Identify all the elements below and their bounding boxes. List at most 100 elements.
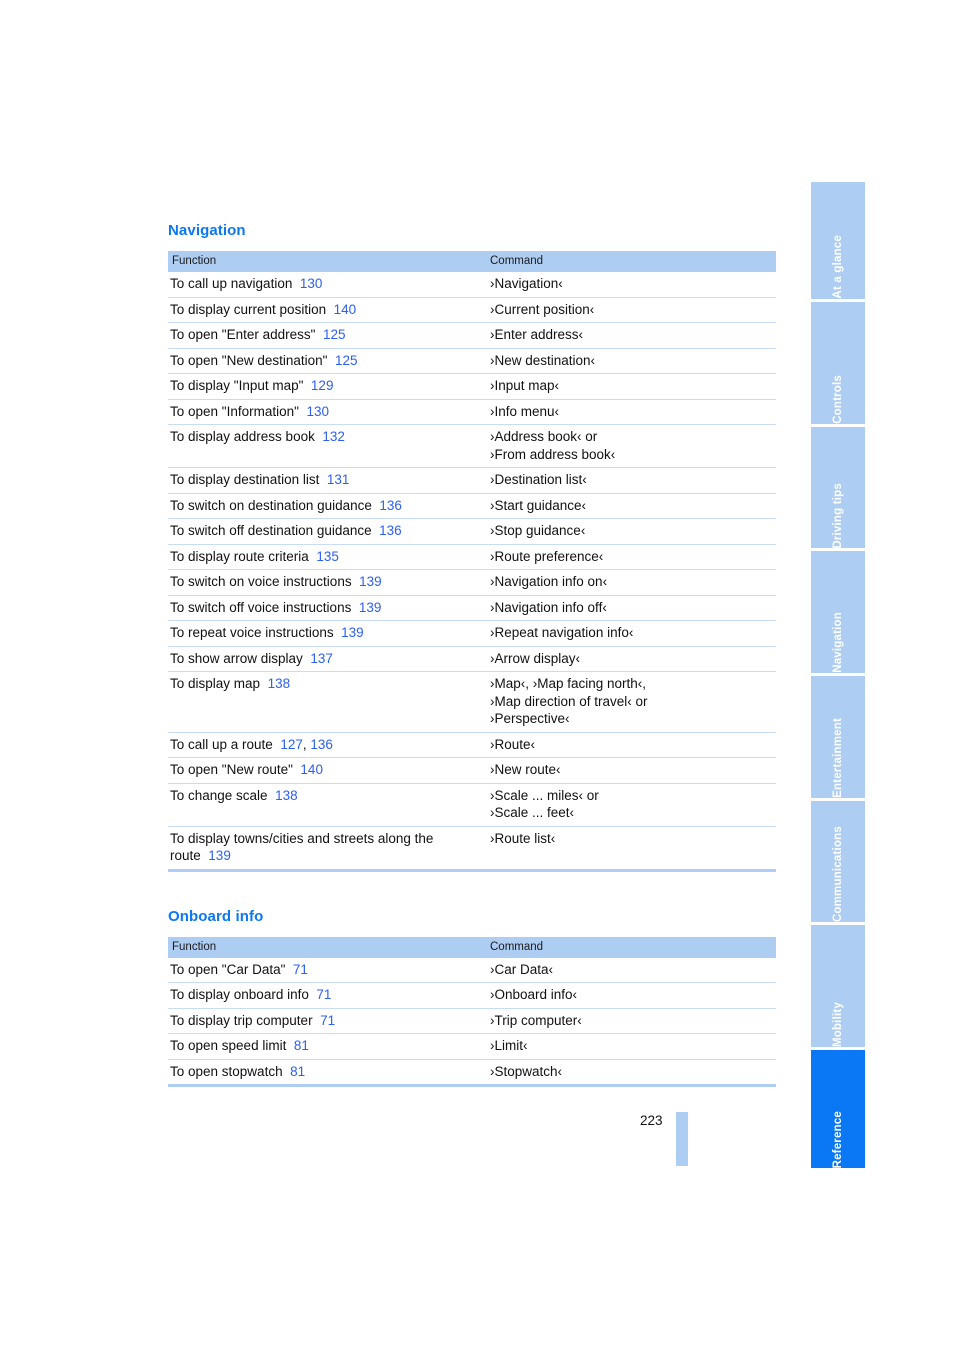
table-header-row: Function Command [168,936,776,958]
function-label: To open "Car Data" [170,961,286,977]
command-cell: ›Route preference‹ [480,544,776,570]
command-cell: ›Enter address‹ [480,322,776,349]
page-reference[interactable]: 140 [300,762,323,777]
tab-navigation[interactable]: Navigation [811,551,865,673]
function-cell: To switch on voice instructions 139 [168,569,480,596]
voice-command-text: ›Onboard info‹ [490,987,578,1002]
function-cell: To repeat voice instructions 139 [168,620,480,647]
page-reference[interactable]: 139 [341,625,364,640]
voice-command-text: ›Route preference‹ [490,548,604,564]
command-cell: ›Repeat navigation info‹ [480,620,776,647]
page-reference[interactable]: 138 [275,788,298,803]
page-reference[interactable]: 136 [379,498,402,513]
table-row: To open "Enter address" 125 ›Enter addres… [168,322,776,349]
table-row: To switch off destination guidance 136 ›S… [168,518,776,545]
page-reference[interactable]: 138 [268,676,291,691]
function-cell: To display current position 140 [168,297,480,323]
function-cell: To open speed limit 81 [168,1033,480,1060]
tab-communications[interactable]: Communications [811,800,865,923]
function-label: To open "Enter address" [170,327,316,342]
tab-entertainment[interactable]: Entertainment [811,676,865,798]
page-reference[interactable]: 136 [379,523,402,538]
table-row: To open stopwatch 81 ›Stopwatch‹ [168,1059,776,1084]
function-cell: To switch off voice instructions 139 [168,595,480,621]
function-cell: To open "Enter address" 125 [168,322,480,349]
tab-at-a-glance[interactable]: At a glance [811,182,865,299]
page-reference[interactable]: 125 [335,353,358,368]
page-reference[interactable]: 130 [300,276,323,291]
voice-command-text: ›Trip computer‹ [490,1012,582,1028]
page-reference[interactable]: 139 [359,600,382,615]
page-reference[interactable]: 127 [280,737,303,752]
page-reference[interactable]: 140 [334,302,357,317]
page-number: 223 [640,1113,663,1128]
function-label: To switch off voice instructions [170,599,352,615]
table-row: To call up navigation 130 ›Navigation‹ [168,272,776,298]
command-cell: ›New route‹ [480,757,776,784]
page-reference[interactable]: 135 [316,549,339,564]
command-cell: ›Onboard info‹ [480,982,776,1009]
table-row: To display destination list 131 ›Destinat… [168,467,776,494]
table-row: To call up a route 127, 136 ›Route‹ [168,732,776,758]
page-reference[interactable]: 136 [310,737,333,752]
voice-command-text: ›Navigation info on‹ [490,574,608,589]
function-label: To open "New route" [170,762,293,777]
table-row: To switch on voice instructions 139 ›Navi… [168,569,776,596]
function-label: To display address book [170,429,315,444]
voice-command-text: ›Scale ... miles‹ or ›Scale ... feet‹ [490,787,599,821]
command-cell: ›Stop guidance‹ [480,518,776,545]
page-reference[interactable]: 71 [320,1013,335,1028]
voice-command-text: ›Navigation info off‹ [490,599,607,615]
command-cell: ›Car Data‹ [480,957,776,983]
tab-label: Entertainment [832,717,844,798]
command-cell: ›Navigation‹ [480,272,776,298]
function-label: To open "Information" [170,403,299,419]
page-reference[interactable]: 81 [294,1038,309,1053]
function-label: To display trip computer [170,1012,313,1028]
function-cell: To display "Input map" 129 [168,373,480,400]
page-reference[interactable]: 132 [322,429,345,444]
page-reference[interactable]: 125 [323,327,346,342]
tab-mobility[interactable]: Mobility [811,925,865,1048]
page-reference[interactable]: 137 [310,651,333,666]
page-reference[interactable]: 71 [293,962,308,977]
page-reference[interactable]: 129 [311,378,334,393]
function-label: To open speed limit [170,1038,287,1053]
table-row: To open "Car Data" 71 ›Car Data‹ [168,957,776,983]
table-row: To open speed limit 81 ›Limit‹ [168,1033,776,1060]
command-cell: ›New destination‹ [480,348,776,374]
command-cell: ›Navigation info on‹ [480,569,776,596]
function-cell: To display trip computer 71 [168,1008,480,1034]
command-reference-table: Function Command To open "Car Data" 71 ›Car… [168,936,776,1084]
page-content: Navigation Function Command To call up navi… [168,222,776,1087]
page-reference[interactable]: 139 [208,848,231,863]
function-cell: To call up navigation 130 [168,272,480,298]
voice-command-text: ›Destination list‹ [490,472,587,487]
function-label: To display route criteria [170,548,309,564]
page-reference[interactable]: 131 [327,472,350,487]
command-cell: ›Stopwatch‹ [480,1059,776,1084]
command-cell: ›Destination list‹ [480,467,776,494]
table-row: To display towns/cities and streets alon… [168,826,776,869]
page-reference[interactable]: 71 [316,987,331,1002]
table-row: To open "New route" 140 ›New route‹ [168,757,776,784]
command-cell: ›Arrow display‹ [480,646,776,672]
tab-controls[interactable]: Controls [811,301,865,424]
command-cell: ›Route list‹ [480,826,776,869]
command-cell: ›Address book‹ or ›From address book‹ [480,424,776,468]
table-row: To change scale 138 ›Scale ... miles‹ or … [168,783,776,827]
command-cell: ›Navigation info off‹ [480,595,776,621]
function-cell: To display onboard info 71 [168,982,480,1009]
page-reference[interactable]: 139 [359,574,382,589]
page-reference[interactable]: 81 [290,1064,305,1079]
table-row: To switch off voice instructions 139 ›Nav… [168,595,776,621]
table-row: To open "New destination" 125 ›New destin… [168,348,776,374]
tab-label: Controls [832,374,844,424]
function-cell: To switch on destination guidance 136 [168,493,480,519]
page-reference[interactable]: 130 [306,404,329,419]
tab-reference[interactable]: Reference [811,1050,865,1168]
table-row: To open "Information" 130 ›Info menu‹ [168,399,776,425]
tab-driving-tips[interactable]: Driving tips [811,426,865,549]
function-cell: To display towns/cities and streets alon… [168,826,480,869]
